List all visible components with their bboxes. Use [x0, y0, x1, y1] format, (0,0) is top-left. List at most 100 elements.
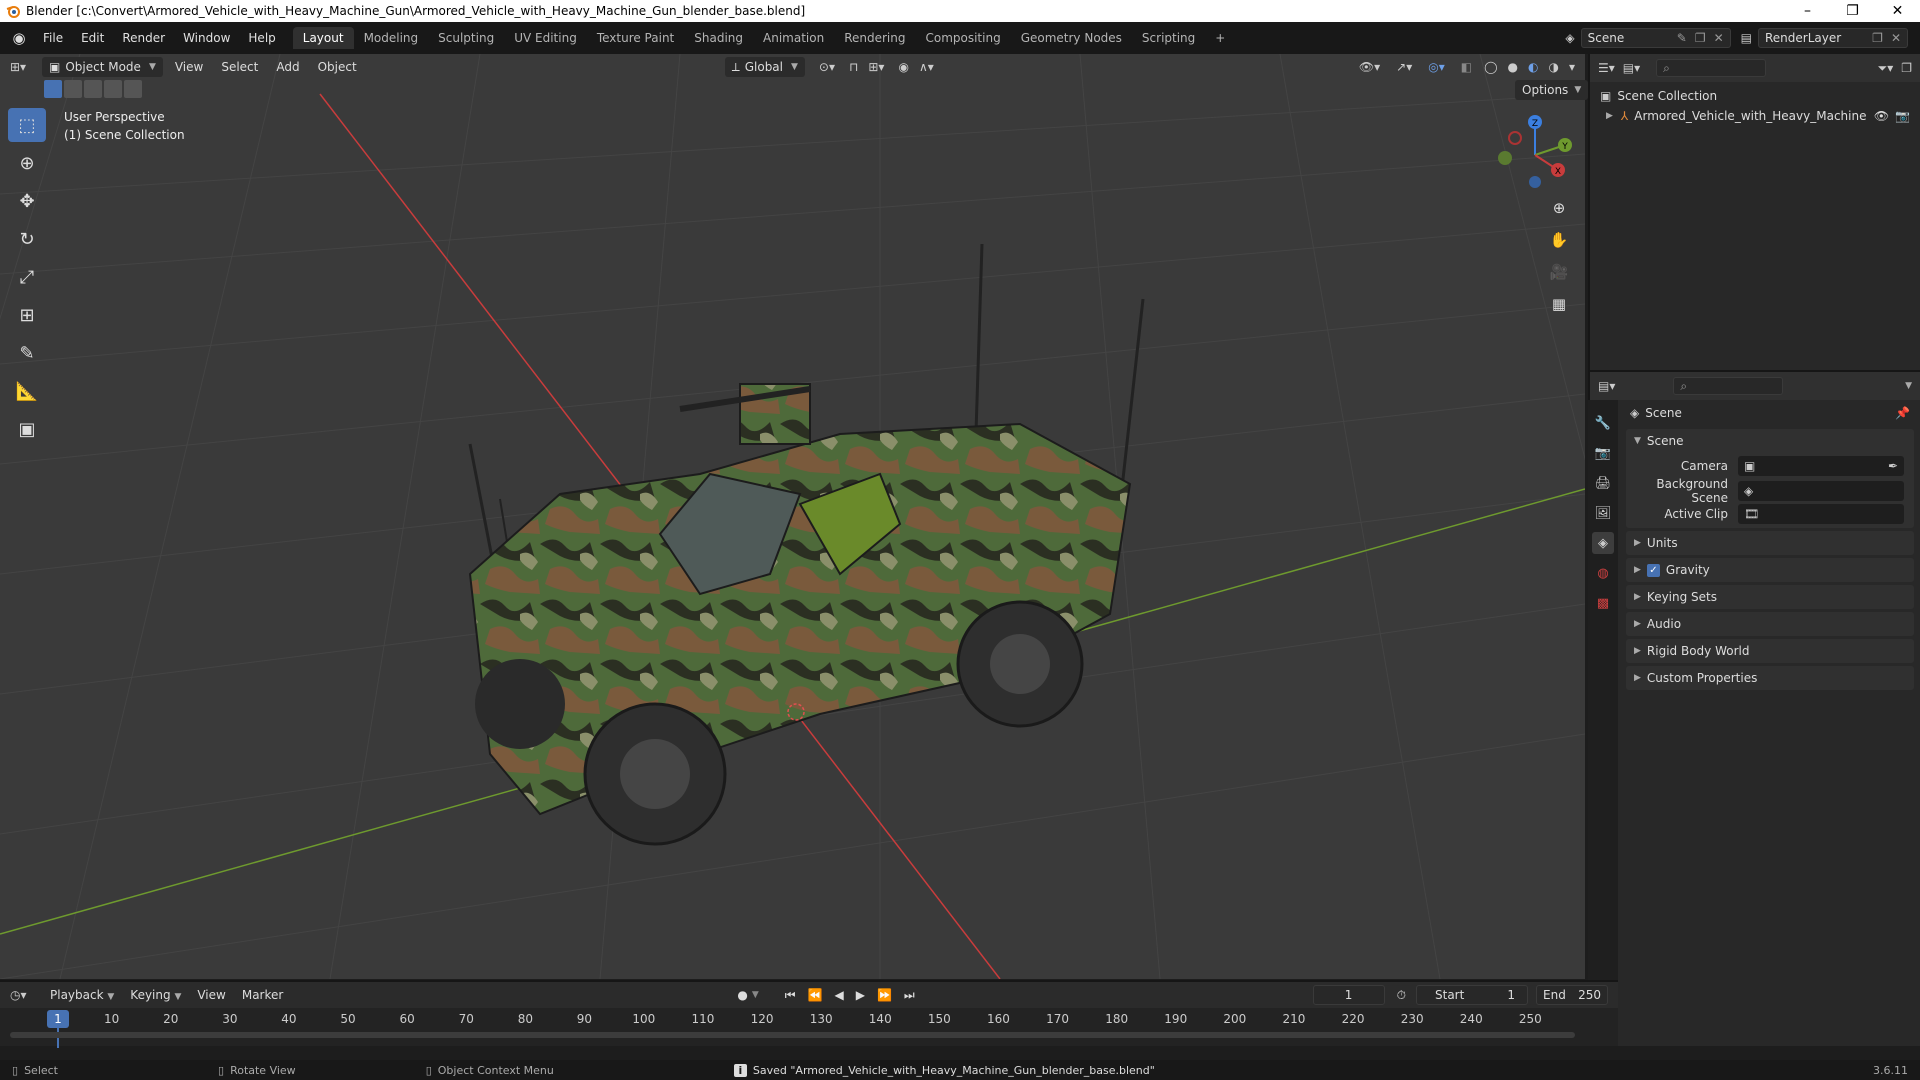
custom-properties-panel[interactable]: ▶ Custom Properties — [1626, 666, 1914, 690]
stopwatch-icon[interactable]: ⏱ — [1397, 988, 1406, 1003]
timeline-ruler[interactable]: 10 20 30 40 50 60 70 80 90 100 110 120 130 140 150 160 1… — [0, 1010, 1585, 1048]
outliner-item[interactable]: ▶ ⅄ Armored_Vehicle_with_Heavy_Machine 👁… — [1600, 106, 1910, 126]
delete-scene-icon[interactable]: ✕ — [1714, 31, 1724, 45]
gravity-panel[interactable]: ▶ ✓ Gravity — [1626, 558, 1914, 582]
layer-selector[interactable]: RenderLayer ❐ ✕ — [1758, 28, 1908, 48]
background-scene-field[interactable]: ◈ — [1738, 480, 1904, 501]
menu-edit[interactable]: Edit — [72, 31, 113, 45]
tab-geometry-nodes[interactable]: Geometry Nodes — [1011, 27, 1132, 49]
tab-rendering[interactable]: Rendering — [834, 27, 915, 49]
3d-viewport[interactable] — [0, 54, 1585, 979]
select-intersect-icon[interactable] — [124, 80, 142, 98]
play-reverse-icon[interactable]: ◀ — [835, 988, 844, 1002]
xray-toggle-icon[interactable]: ◧ — [1461, 60, 1472, 74]
maximize-button[interactable]: ❐ — [1830, 3, 1875, 19]
mode-selector[interactable]: ▣ Object Mode ▼ — [42, 57, 163, 77]
overlay-toggle-icon[interactable]: ◎▾ — [1428, 60, 1445, 74]
gizmo-toggle-icon[interactable]: ↗▾ — [1396, 60, 1412, 74]
wireframe-shading-icon[interactable]: ◯ — [1484, 60, 1497, 74]
shading-options-icon[interactable]: ▾ — [1569, 60, 1575, 74]
chevron-down-icon[interactable]: ▼ — [1905, 381, 1912, 391]
scale-tool-icon[interactable]: ⤢ — [8, 260, 46, 294]
new-collection-icon[interactable]: ❐ — [1901, 61, 1912, 75]
add-workspace-button[interactable]: + — [1205, 27, 1235, 49]
audio-panel[interactable]: ▶ Audio — [1626, 612, 1914, 636]
cursor-tool-icon[interactable]: ⊕ — [8, 146, 46, 180]
pivot-point-icon[interactable]: ⊙▾ — [819, 60, 835, 74]
select-box-tool-icon[interactable]: ⬚ — [8, 108, 46, 142]
viewport-menu-view[interactable]: View — [169, 60, 209, 74]
tab-layout[interactable]: Layout — [292, 27, 354, 49]
next-keyframe-icon[interactable]: ⏩ — [877, 988, 892, 1002]
visibility-icon[interactable]: 👁▾ — [1359, 60, 1380, 74]
gravity-checkbox[interactable]: ✓ — [1646, 563, 1660, 577]
keying-sets-panel[interactable]: ▶ Keying Sets — [1626, 585, 1914, 609]
navigation-gizmo[interactable]: Z Y X — [1490, 110, 1580, 200]
end-frame-field[interactable]: End 250 — [1536, 985, 1608, 1005]
timeline-menu-keying[interactable]: Keying ▼ — [124, 988, 187, 1002]
timeline-scrollbar[interactable] — [10, 1032, 1575, 1038]
record-icon[interactable]: ● — [737, 988, 747, 1002]
select-invert-icon[interactable] — [104, 80, 122, 98]
camera-icon[interactable]: 📷 — [1895, 109, 1910, 123]
select-extend-icon[interactable] — [64, 80, 82, 98]
minimize-button[interactable]: – — [1785, 3, 1830, 19]
close-button[interactable]: ✕ — [1875, 3, 1920, 19]
expand-arrow-icon[interactable]: ▶ — [1606, 111, 1613, 121]
tab-modeling[interactable]: Modeling — [354, 27, 429, 49]
record-options-icon[interactable]: ▼ — [752, 990, 759, 1000]
move-tool-icon[interactable]: ✥ — [8, 184, 46, 218]
rotate-tool-icon[interactable]: ↻ — [8, 222, 46, 256]
scene-type-icon[interactable]: ◈ — [1565, 31, 1574, 45]
transform-orientation-selector[interactable]: ⟂ Global ▼ — [724, 57, 805, 77]
new-layer-icon[interactable]: ❐ — [1872, 31, 1883, 45]
proportional-edit-icon[interactable]: ◉ — [898, 60, 908, 74]
properties-search-input[interactable]: ⌕ — [1673, 377, 1784, 395]
material-shading-icon[interactable]: ◐ — [1528, 60, 1538, 74]
select-subtract-icon[interactable] — [84, 80, 102, 98]
prev-keyframe-icon[interactable]: ⏪ — [808, 988, 823, 1002]
delete-layer-icon[interactable]: ✕ — [1891, 31, 1901, 45]
viewport-menu-add[interactable]: Add — [270, 60, 305, 74]
start-frame-field[interactable]: Start 1 — [1416, 985, 1528, 1005]
new-scene-icon[interactable]: ❐ — [1695, 31, 1706, 45]
solid-shading-icon[interactable]: ● — [1508, 60, 1518, 74]
tab-animation[interactable]: Animation — [753, 27, 834, 49]
gizmo-neg-z-icon[interactable] — [1529, 176, 1541, 188]
display-mode-icon[interactable]: ▤▾ — [1623, 61, 1640, 75]
measure-tool-icon[interactable]: 📐 — [8, 374, 46, 408]
outliner-scene-collection[interactable]: ▣ Scene Collection — [1600, 86, 1910, 106]
scene-selector[interactable]: Scene ✎ ❐ ✕ — [1580, 28, 1731, 48]
units-panel[interactable]: ▶ Units — [1626, 531, 1914, 555]
zoom-icon[interactable]: ⊕ — [1545, 195, 1573, 221]
gizmo-neg-x-icon[interactable] — [1508, 131, 1522, 145]
viewport-menu-select[interactable]: Select — [215, 60, 264, 74]
editor-type-icon[interactable]: ⊞▾ — [10, 60, 36, 74]
scene-tab-icon[interactable]: ◈ — [1592, 532, 1614, 554]
jump-start-icon[interactable]: ⏮ — [785, 988, 796, 1003]
jump-end-icon[interactable]: ⏭ — [904, 988, 915, 1003]
menu-window[interactable]: Window — [174, 31, 239, 45]
tab-sculpting[interactable]: Sculpting — [428, 27, 504, 49]
tab-compositing[interactable]: Compositing — [915, 27, 1010, 49]
timeline-editor-icon[interactable]: ◷▾ — [10, 988, 40, 1002]
menu-render[interactable]: Render — [113, 31, 174, 45]
rigid-body-world-panel[interactable]: ▶ Rigid Body World — [1626, 639, 1914, 663]
timeline-menu-playback[interactable]: Playback ▼ — [44, 988, 120, 1002]
camera-view-icon[interactable]: 🎥 — [1545, 259, 1573, 285]
current-frame-field[interactable]: 1 — [1312, 985, 1385, 1005]
falloff-icon[interactable]: ∧▾ — [919, 60, 934, 74]
output-tab-icon[interactable]: 🖨 — [1592, 472, 1614, 494]
timeline-menu-view[interactable]: View — [191, 988, 231, 1002]
armored-vehicle-model[interactable] — [468, 243, 1145, 846]
outliner-editor-icon[interactable]: ☰▾ — [1598, 61, 1615, 75]
perspective-grid-icon[interactable]: ▦ — [1545, 291, 1573, 317]
playhead[interactable]: 1 — [47, 1010, 69, 1028]
camera-field[interactable]: ▣ ✒ — [1738, 455, 1904, 476]
scene-panel-header[interactable]: ▼ Scene — [1626, 429, 1914, 453]
timeline-menu-marker[interactable]: Marker — [236, 988, 289, 1002]
menu-help[interactable]: Help — [239, 31, 284, 45]
tab-scripting[interactable]: Scripting — [1132, 27, 1205, 49]
rendered-shading-icon[interactable]: ◑ — [1548, 60, 1558, 74]
filter-icon[interactable]: ⏷▾ — [1878, 61, 1894, 76]
